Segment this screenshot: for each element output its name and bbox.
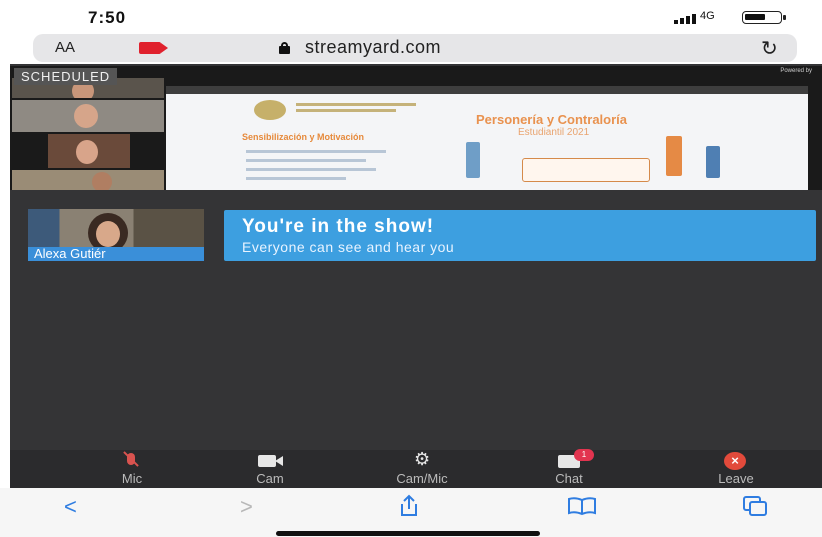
home-indicator — [276, 531, 540, 536]
chat-label: Chat — [555, 471, 583, 486]
gear-icon: ⚙ — [414, 449, 431, 469]
event-info-box — [522, 158, 650, 182]
chat-unread-badge: 1 — [574, 449, 594, 461]
bookmarks-icon[interactable] — [567, 496, 597, 522]
safari-toolbar: < > — [0, 488, 822, 537]
shared-screen: Sensibilización y Motivación Personería … — [166, 86, 808, 190]
self-view-camera[interactable]: Alexa Gutiér — [28, 209, 204, 261]
status-bar: 7:50 4G — [0, 0, 822, 36]
back-icon[interactable]: < — [64, 494, 77, 520]
url-domain[interactable]: streamyard.com — [305, 37, 441, 58]
participant-video — [12, 170, 164, 190]
participant-video — [12, 100, 164, 132]
leave-label: Leave — [718, 471, 754, 486]
self-view-name: Alexa Gutiér — [28, 247, 204, 261]
chat-icon: 1 — [524, 449, 614, 469]
broadcast-stage: SCHEDULED Powered by Sensibilización y M… — [10, 66, 822, 190]
mic-label: Mic — [121, 471, 143, 486]
cam-mic-label: Cam/Mic — [396, 471, 448, 486]
banner-headline: You're in the show! — [242, 216, 435, 237]
video-camera-icon[interactable] — [139, 42, 168, 54]
banner-message: Everyone can see and hear you — [242, 239, 455, 255]
slide-title: Personería y Contraloría — [476, 112, 627, 127]
share-icon[interactable] — [398, 494, 420, 524]
control-bar: Mic Cam ⚙ Cam/Mic 1 Chat × Leave — [10, 449, 822, 488]
camera-icon — [225, 453, 315, 469]
school-logo — [254, 100, 286, 120]
slide-text — [246, 150, 396, 186]
text-size-button[interactable]: AA — [55, 39, 75, 56]
mic-button[interactable]: Mic — [87, 451, 177, 486]
battery-icon — [742, 11, 786, 24]
signal-strength-icon — [674, 14, 696, 24]
forward-icon[interactable]: > — [240, 494, 253, 520]
cam-mic-settings-button[interactable]: ⚙ Cam/Mic — [377, 449, 467, 486]
cam-label: Cam — [256, 471, 284, 486]
illustration — [466, 142, 480, 178]
school-name — [296, 100, 416, 112]
network-type: 4G — [700, 10, 715, 22]
slide-heading: Sensibilización y Motivación — [242, 132, 365, 142]
leave-button[interactable]: × Leave — [691, 452, 781, 486]
status-badge: SCHEDULED — [14, 68, 118, 85]
chat-button[interactable]: 1 Chat — [524, 449, 614, 486]
illustration — [706, 146, 720, 178]
tabs-icon[interactable] — [742, 495, 768, 523]
status-time: 7:50 — [88, 8, 127, 27]
powered-by-label: Powered by — [780, 68, 812, 74]
lock-icon — [279, 42, 290, 54]
participant-video — [48, 134, 130, 168]
streamyard-app: SCHEDULED Powered by Sensibilización y M… — [10, 64, 822, 488]
in-show-banner: You're in the show! Everyone can see and… — [224, 210, 816, 261]
address-bar[interactable]: AA streamyard.com ↻ — [33, 34, 797, 62]
reload-icon[interactable]: ↻ — [761, 36, 778, 61]
slide-subtitle: Estudiantil 2021 — [518, 127, 590, 138]
mic-off-icon — [87, 451, 177, 469]
illustration — [666, 136, 682, 176]
cam-button[interactable]: Cam — [225, 453, 315, 486]
leave-icon: × — [691, 452, 781, 470]
